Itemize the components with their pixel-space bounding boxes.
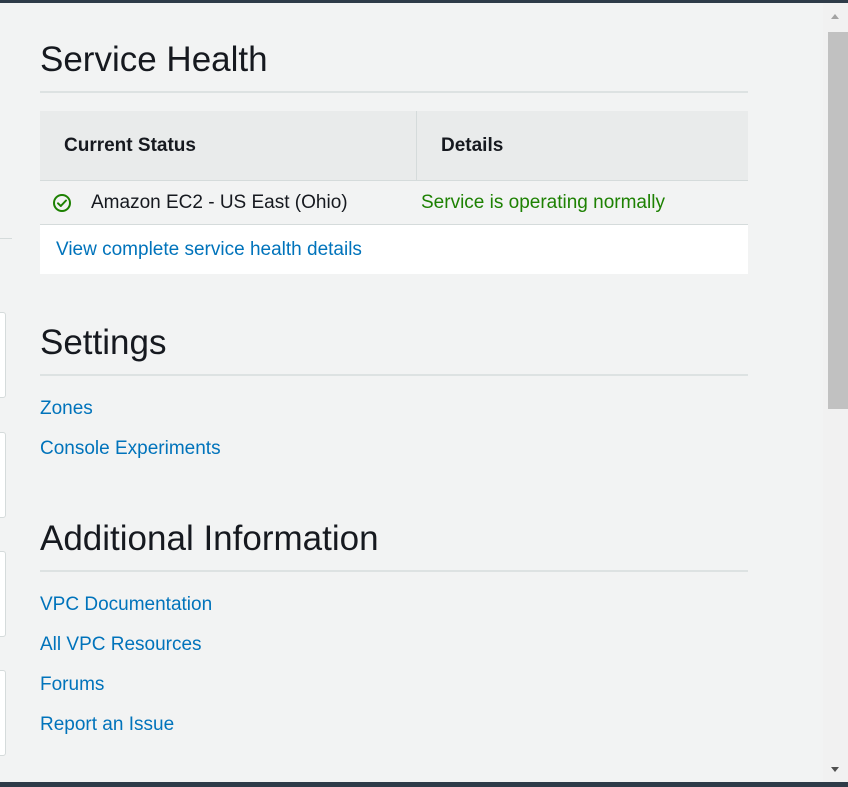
view-service-health-details-link[interactable]: View complete service health details — [56, 239, 362, 261]
left-panel-card — [0, 670, 6, 756]
scroll-down-arrow-icon[interactable] — [831, 767, 839, 772]
list-item: Zones — [40, 394, 748, 434]
service-health-title: Service Health — [40, 39, 748, 93]
left-panel-card — [0, 312, 6, 398]
left-panel-card — [0, 432, 6, 518]
left-panel-divider — [0, 238, 12, 239]
all-vpc-resources-link[interactable]: All VPC Resources — [40, 634, 202, 655]
settings-title: Settings — [40, 322, 748, 376]
settings-section: Settings Zones Console Experiments — [40, 322, 748, 474]
additional-information-links: VPC Documentation All VPC Resources Foru… — [40, 590, 748, 750]
table-row: Amazon EC2 - US East (Ohio) Service is o… — [40, 181, 748, 225]
service-health-section: Service Health Current Status Details Am… — [40, 39, 748, 274]
zones-link[interactable]: Zones — [40, 398, 93, 419]
table-header: Current Status Details — [40, 111, 748, 181]
additional-information-section: Additional Information VPC Documentation… — [40, 518, 748, 750]
list-item: All VPC Resources — [40, 630, 748, 670]
region-cell: Amazon EC2 - US East (Ohio) — [40, 192, 421, 214]
console-experiments-link[interactable]: Console Experiments — [40, 438, 221, 459]
status-text: Service is operating normally — [421, 191, 665, 213]
additional-information-title: Additional Information — [40, 518, 748, 572]
vpc-documentation-link[interactable]: VPC Documentation — [40, 594, 212, 615]
service-health-table: Current Status Details Amazon EC2 - US E… — [40, 111, 748, 274]
window-bottom-border — [0, 782, 848, 787]
column-header-details: Details — [441, 134, 504, 156]
settings-links: Zones Console Experiments — [40, 394, 748, 474]
scroll-up-arrow-icon[interactable] — [831, 14, 839, 19]
list-item: Forums — [40, 670, 748, 710]
list-item: Console Experiments — [40, 434, 748, 474]
check-circle-icon — [53, 193, 71, 212]
left-panel-card — [0, 551, 6, 637]
report-an-issue-link[interactable]: Report an Issue — [40, 714, 174, 735]
list-item: Report an Issue — [40, 710, 748, 750]
column-header-current-status: Current Status — [40, 111, 417, 180]
list-item: VPC Documentation — [40, 590, 748, 630]
scrollbar-thumb[interactable] — [828, 32, 848, 409]
forums-link[interactable]: Forums — [40, 674, 104, 695]
main-content: Service Health Current Status Details Am… — [40, 3, 748, 750]
table-footer: View complete service health details — [40, 225, 748, 274]
region-name: Amazon EC2 - US East (Ohio) — [91, 191, 348, 213]
